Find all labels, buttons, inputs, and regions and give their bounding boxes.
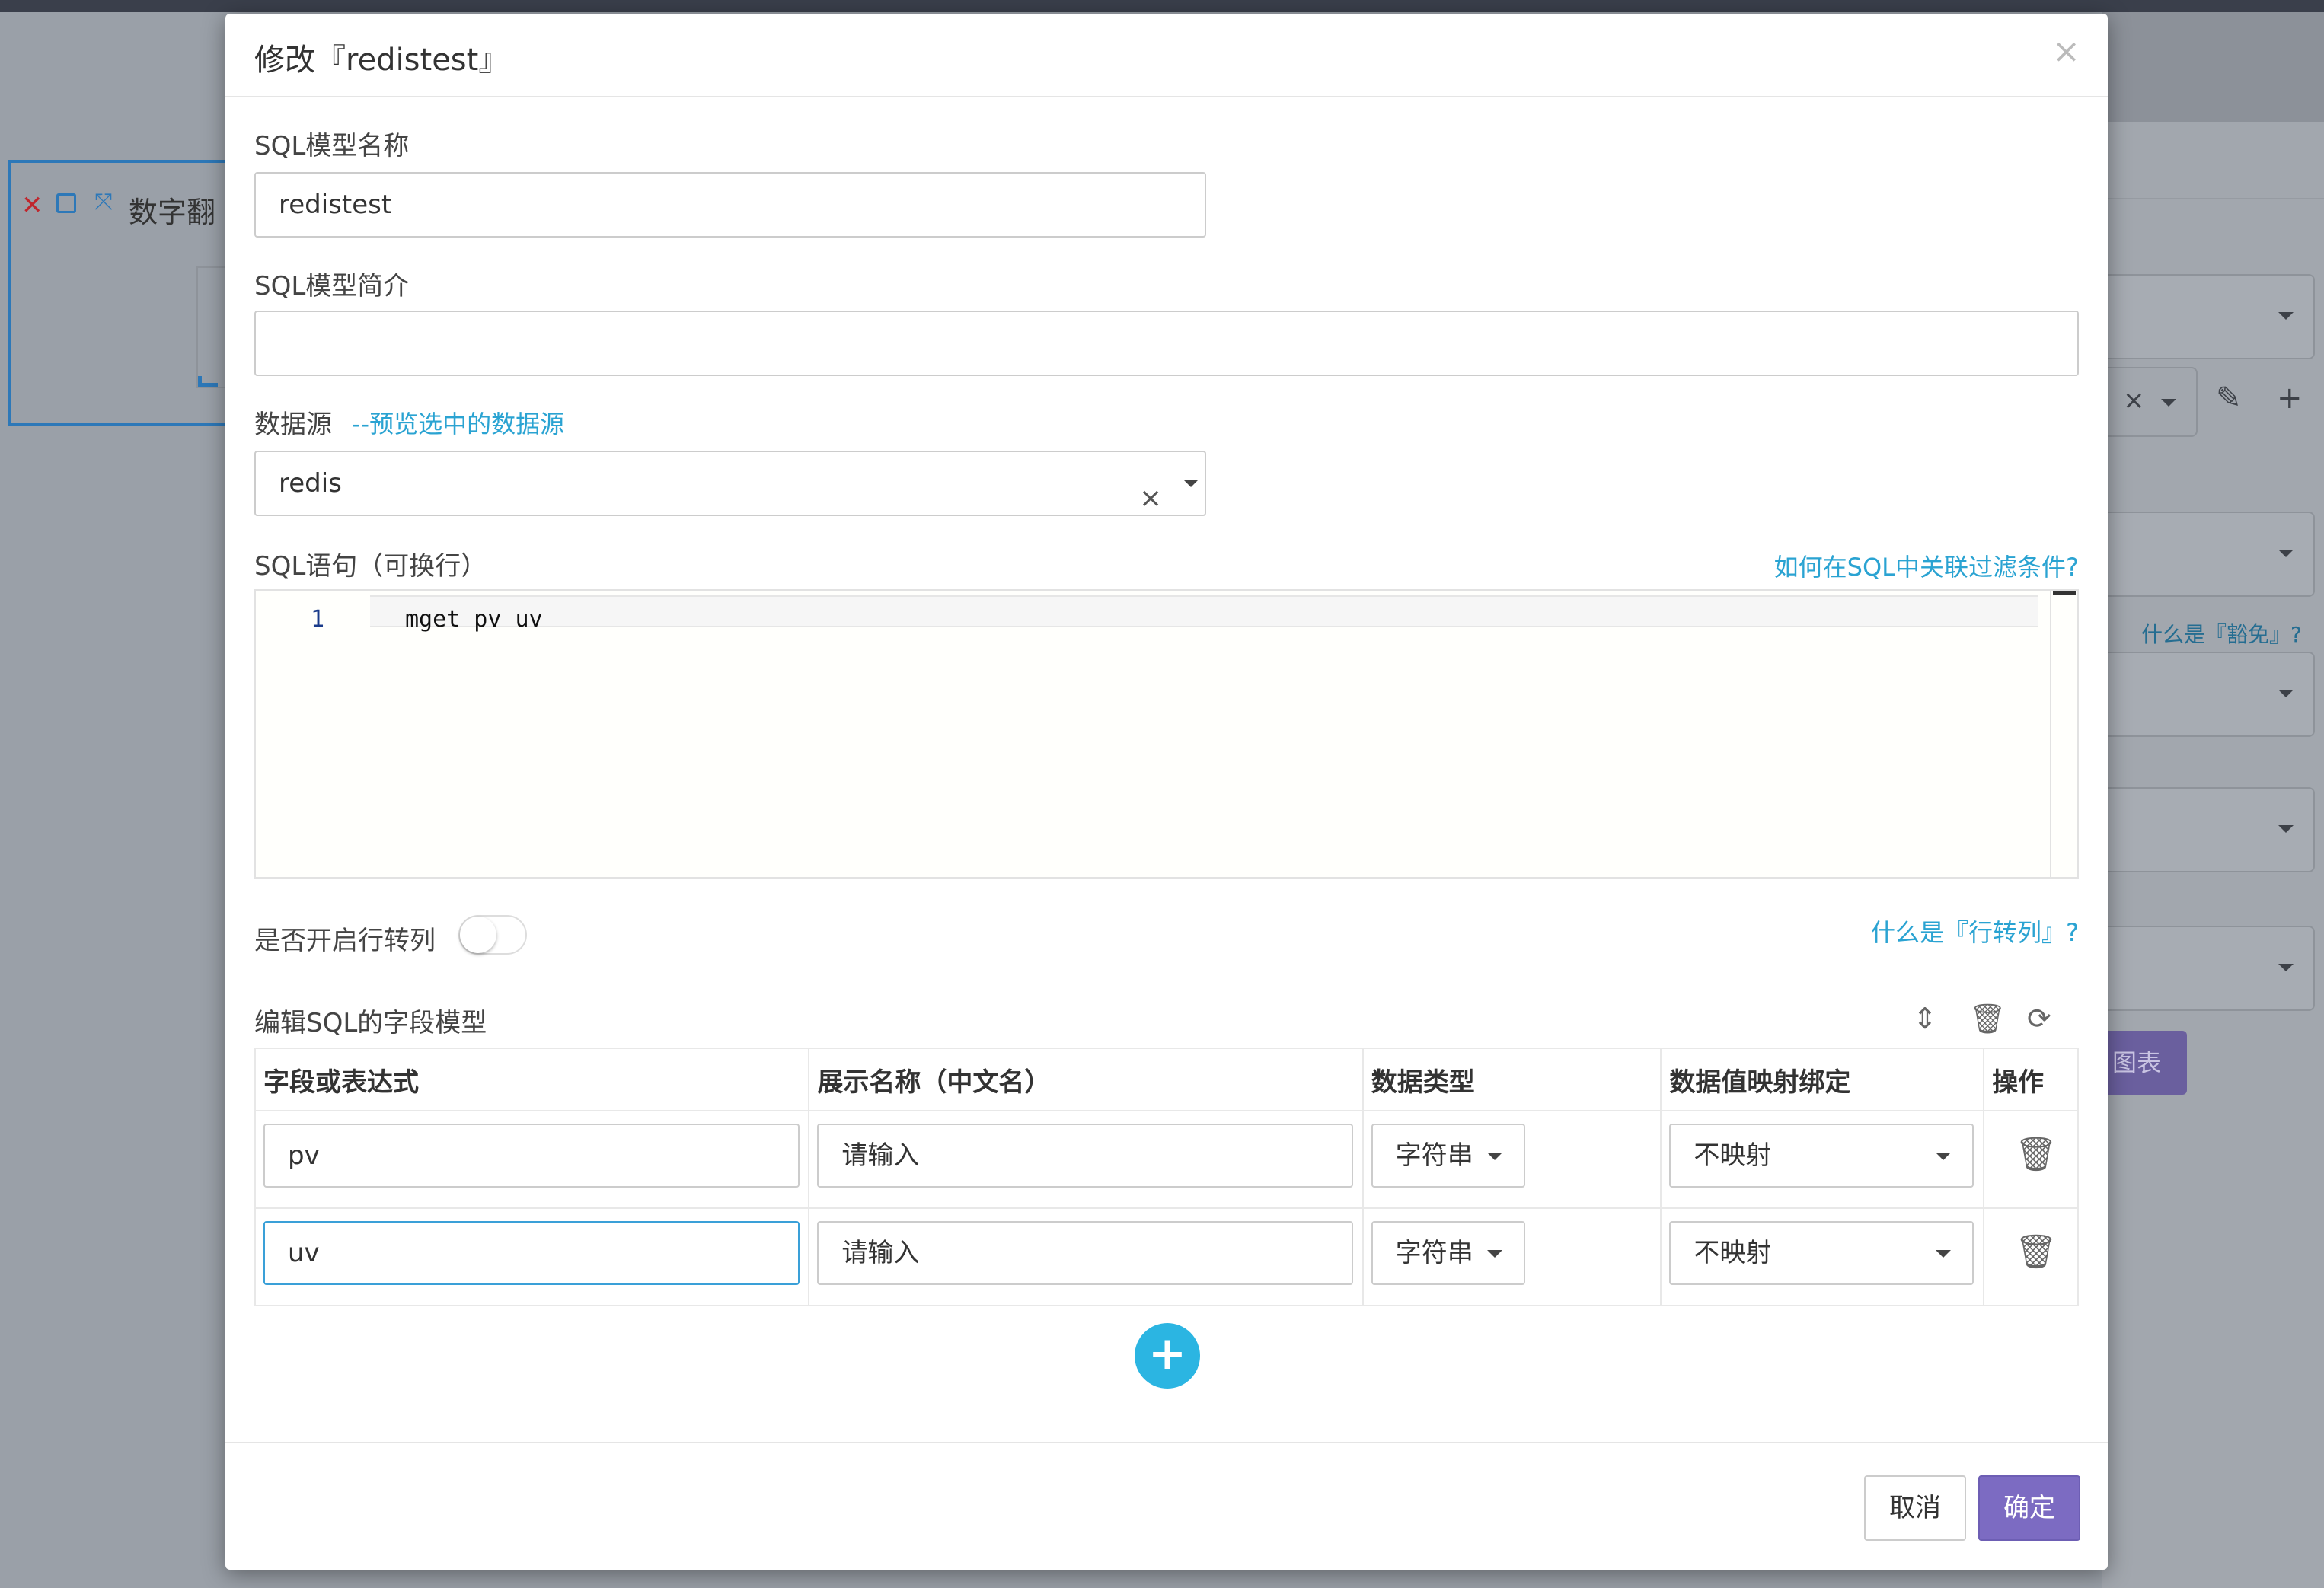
- refresh-icon[interactable]: ⟳: [2027, 1002, 2051, 1035]
- background-hint-link: 什么是『豁免』?: [2141, 622, 2302, 647]
- background-select-3: [2102, 652, 2315, 737]
- widget-close-icon: ✕: [21, 190, 43, 221]
- widget-copy-icon: [56, 193, 76, 213]
- background-add-icon: +: [2277, 381, 2303, 416]
- data-type-value: 字符串: [1395, 1238, 1473, 1268]
- datasource-preview-link[interactable]: --预览选中的数据源: [352, 405, 564, 440]
- value-mapping-select[interactable]: 不映射: [1669, 1124, 1974, 1188]
- chevron-down-icon: [1936, 1250, 1952, 1258]
- column-header-data-type: 数据类型: [1362, 1048, 1662, 1111]
- clear-icon[interactable]: ×: [1139, 467, 1162, 530]
- column-header-value-mapping: 数据值映射绑定: [1660, 1048, 1985, 1111]
- sql-filter-help-link[interactable]: 如何在SQL中关联过滤条件?: [1774, 548, 2079, 583]
- close-icon[interactable]: ×: [2052, 32, 2080, 71]
- cancel-button[interactable]: 取消: [1864, 1475, 1966, 1541]
- field-model-label: 编辑SQL的字段模型: [254, 1008, 487, 1038]
- app-top-bar: [0, 0, 2324, 12]
- active-line-highlight: [370, 595, 2038, 627]
- table-row: pv 请输入 字符串 不映射 🗑: [254, 1110, 2079, 1209]
- datasource-value: redis: [279, 468, 342, 499]
- table-row: uv 请输入 字符串 不映射 🗑: [254, 1207, 2079, 1306]
- sql-model-desc-input[interactable]: [254, 311, 2079, 376]
- value-mapping-value: 不映射: [1694, 1140, 1772, 1171]
- chevron-down-icon: [1486, 1153, 1502, 1160]
- delete-row-trash-icon[interactable]: 🗑: [2015, 1232, 2057, 1271]
- table-header-row: 字段或表达式 展示名称（中文名） 数据类型 数据值映射绑定 操作: [254, 1048, 2079, 1111]
- sql-code-editor[interactable]: 1 mget pv uv: [254, 589, 2079, 879]
- data-type-select[interactable]: 字符串: [1371, 1221, 1525, 1285]
- chevron-down-icon: [1486, 1250, 1502, 1258]
- data-type-select[interactable]: 字符串: [1371, 1124, 1525, 1188]
- add-field-plus-icon[interactable]: +: [1135, 1323, 1200, 1389]
- background-widget: ✕ ⤧ 数字翻: [8, 160, 239, 426]
- widget-resize-handle: [198, 376, 218, 387]
- modal-footer-divider: [225, 1442, 2108, 1443]
- field-model-table: 字段或表达式 展示名称（中文名） 数据类型 数据值映射绑定 操作 pv 请输入 …: [254, 1048, 2079, 1306]
- sql-model-name-label: SQL模型名称: [254, 131, 410, 161]
- row-to-column-label: 是否开启行转列: [254, 926, 436, 956]
- line-number: 1: [311, 606, 325, 633]
- sql-code-line[interactable]: mget pv uv: [405, 606, 543, 633]
- value-mapping-value: 不映射: [1694, 1238, 1772, 1268]
- background-header-band: [2102, 12, 2324, 122]
- delete-row-trash-icon[interactable]: 🗑: [2015, 1134, 2057, 1174]
- toggle-knob: [460, 917, 496, 953]
- editor-scrollbar[interactable]: [2050, 591, 2077, 877]
- sql-statement-label: SQL语句（可换行）: [254, 551, 487, 582]
- column-header-field: 字段或表达式: [254, 1048, 810, 1111]
- display-name-input[interactable]: 请输入: [817, 1124, 1354, 1188]
- background-select-5: [2102, 926, 2315, 1011]
- sql-model-name-input[interactable]: redistest: [254, 172, 1206, 238]
- sort-icon[interactable]: ⇕: [1913, 1002, 1937, 1035]
- background-select-4: [2102, 787, 2315, 872]
- background-datasource-select: ×: [2102, 367, 2198, 437]
- background-select-1: [2102, 274, 2315, 359]
- row-to-column-help-link[interactable]: 什么是『行转列』?: [1871, 914, 2079, 949]
- datasource-label: 数据源: [254, 410, 332, 440]
- confirm-button[interactable]: 确定: [1978, 1475, 2080, 1541]
- chevron-down-icon: [1936, 1153, 1952, 1160]
- modal-title: 修改『redistest』: [254, 43, 509, 78]
- trash-icon[interactable]: 🗑: [1969, 1002, 2006, 1036]
- field-expression-input[interactable]: uv: [263, 1221, 800, 1285]
- data-type-value: 字符串: [1395, 1140, 1473, 1171]
- widget-expand-icon: ⤧: [94, 189, 113, 215]
- sql-model-desc-label: SQL模型简介: [254, 271, 410, 301]
- widget-title: 数字翻: [129, 196, 216, 229]
- display-name-input[interactable]: 请输入: [817, 1221, 1354, 1285]
- datasource-select[interactable]: redis ×: [254, 451, 1206, 516]
- edit-sql-model-dialog: 修改『redistest』 × SQL模型名称 redistest SQL模型简…: [225, 14, 2108, 1570]
- column-header-display-name: 展示名称（中文名）: [808, 1048, 1364, 1111]
- chevron-down-icon[interactable]: [1183, 480, 1199, 487]
- value-mapping-select[interactable]: 不映射: [1669, 1221, 1974, 1285]
- background-chart-button: 图表: [2102, 1031, 2187, 1095]
- modal-header: 修改『redistest』 ×: [225, 14, 2108, 97]
- row-to-column-toggle[interactable]: [458, 915, 527, 955]
- field-expression-input[interactable]: pv: [263, 1124, 800, 1188]
- background-select-2: [2102, 512, 2315, 597]
- editor-gutter: 1: [256, 591, 370, 877]
- column-header-actions: 操作: [1983, 1048, 2079, 1111]
- background-edit-icon: ✎: [2216, 381, 2242, 416]
